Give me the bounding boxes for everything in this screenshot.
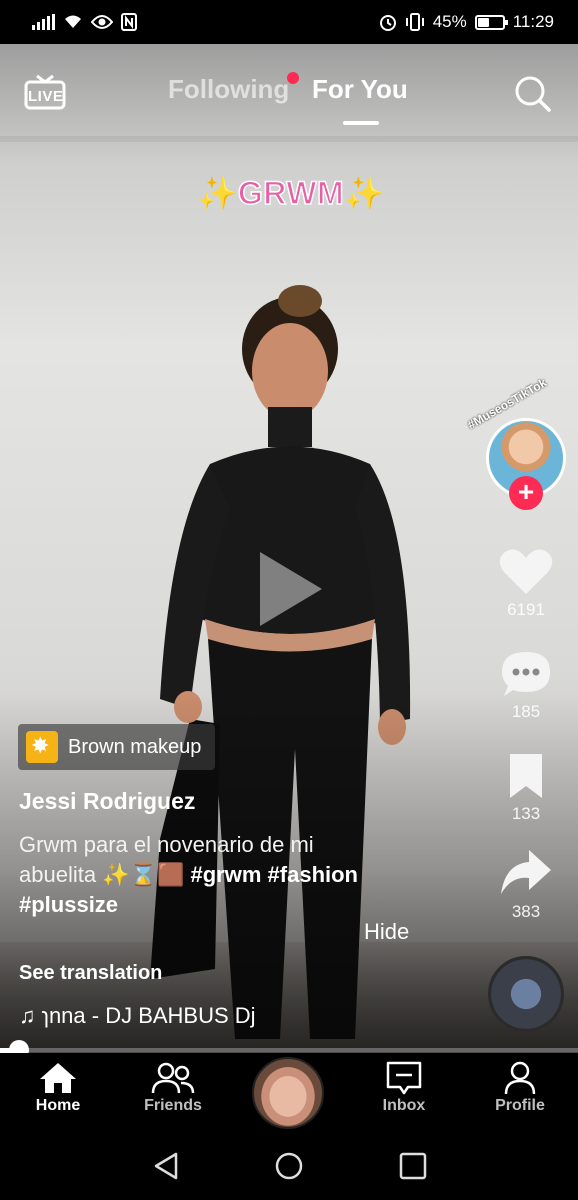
search-icon[interactable] xyxy=(514,75,552,113)
home-icon xyxy=(40,1063,76,1093)
hashtag[interactable]: #fashion xyxy=(268,862,358,887)
hashtag[interactable]: #grwm xyxy=(190,862,261,887)
alarm-icon xyxy=(379,15,396,31)
comment-count: 185 xyxy=(511,702,541,721)
home-circle-icon[interactable] xyxy=(274,1151,304,1181)
username[interactable]: Jessi Rodriguez xyxy=(19,788,195,815)
caption: Grwm para el novenario de mi abuelita ✨⌛… xyxy=(19,830,389,920)
clock: 11:29 xyxy=(512,12,554,31)
status-right: 45% 11:29 xyxy=(379,12,554,32)
share-count: 383 xyxy=(511,902,541,921)
like-count: 6191 xyxy=(507,600,545,619)
hashtag[interactable]: #plussize xyxy=(19,892,118,917)
status-left xyxy=(32,13,137,31)
effect-chip[interactable]: Brown makeup xyxy=(18,724,216,770)
tab-for-you[interactable]: For You xyxy=(312,74,408,105)
play-icon[interactable] xyxy=(256,548,326,630)
comment-button[interactable]: 185 xyxy=(492,650,560,722)
battery-level xyxy=(477,17,489,27)
friends-icon xyxy=(151,1062,195,1094)
comment-icon xyxy=(502,652,550,696)
nav-home[interactable]: Home xyxy=(8,1061,108,1115)
battery-percent: 45% xyxy=(432,12,467,31)
music-disc[interactable] xyxy=(488,956,564,1032)
like-button[interactable]: 6191 xyxy=(492,548,560,620)
nav-profile-label: Profile xyxy=(495,1097,545,1114)
share-button[interactable]: 383 xyxy=(492,848,560,922)
inbox-icon xyxy=(386,1061,422,1095)
video-text-overlay: ✨GRWM✨ xyxy=(197,174,385,212)
share-icon xyxy=(501,850,551,894)
tab-following[interactable]: Following xyxy=(168,74,289,105)
signal-icon xyxy=(32,14,55,30)
follow-button[interactable]: + xyxy=(509,476,543,510)
music-title[interactable]: ♫ ɿnna - DJ BAHBUS Dj xyxy=(19,1003,256,1029)
nav-profile[interactable]: Profile xyxy=(470,1061,570,1115)
save-count: 133 xyxy=(511,804,541,823)
nav-inbox-label: Inbox xyxy=(382,1097,426,1114)
profile-icon xyxy=(504,1061,536,1095)
nav-friends-label: Friends xyxy=(144,1097,202,1114)
wall-edge xyxy=(0,136,578,142)
bottom-nav: Home Friends Inbox Profile xyxy=(0,1053,578,1131)
nav-friends[interactable]: Friends xyxy=(123,1061,223,1115)
system-nav-bar xyxy=(0,1131,578,1200)
hide-caption-button[interactable]: Hide xyxy=(364,919,409,945)
bookmark-icon xyxy=(510,754,542,798)
nav-inbox[interactable]: Inbox xyxy=(354,1061,454,1115)
following-notification-dot xyxy=(287,72,299,84)
active-tab-indicator xyxy=(343,121,379,125)
status-bar: 45% 11:29 xyxy=(0,0,578,44)
see-translation-button[interactable]: See translation xyxy=(19,962,162,985)
save-button[interactable]: 133 xyxy=(492,752,560,824)
nav-home-label: Home xyxy=(35,1097,81,1114)
wifi-icon xyxy=(65,15,81,28)
eye-icon xyxy=(91,15,113,29)
recents-icon[interactable] xyxy=(398,1151,428,1181)
nfc-icon xyxy=(121,13,137,31)
battery-icon xyxy=(474,14,508,30)
back-icon[interactable] xyxy=(152,1151,182,1181)
nav-center-avatar[interactable] xyxy=(252,1057,324,1129)
heart-icon xyxy=(499,549,553,594)
vibrate-icon xyxy=(405,13,424,31)
effect-label: Brown makeup xyxy=(68,735,202,758)
live-label: LIVE xyxy=(28,88,64,105)
effect-icon xyxy=(26,731,58,763)
